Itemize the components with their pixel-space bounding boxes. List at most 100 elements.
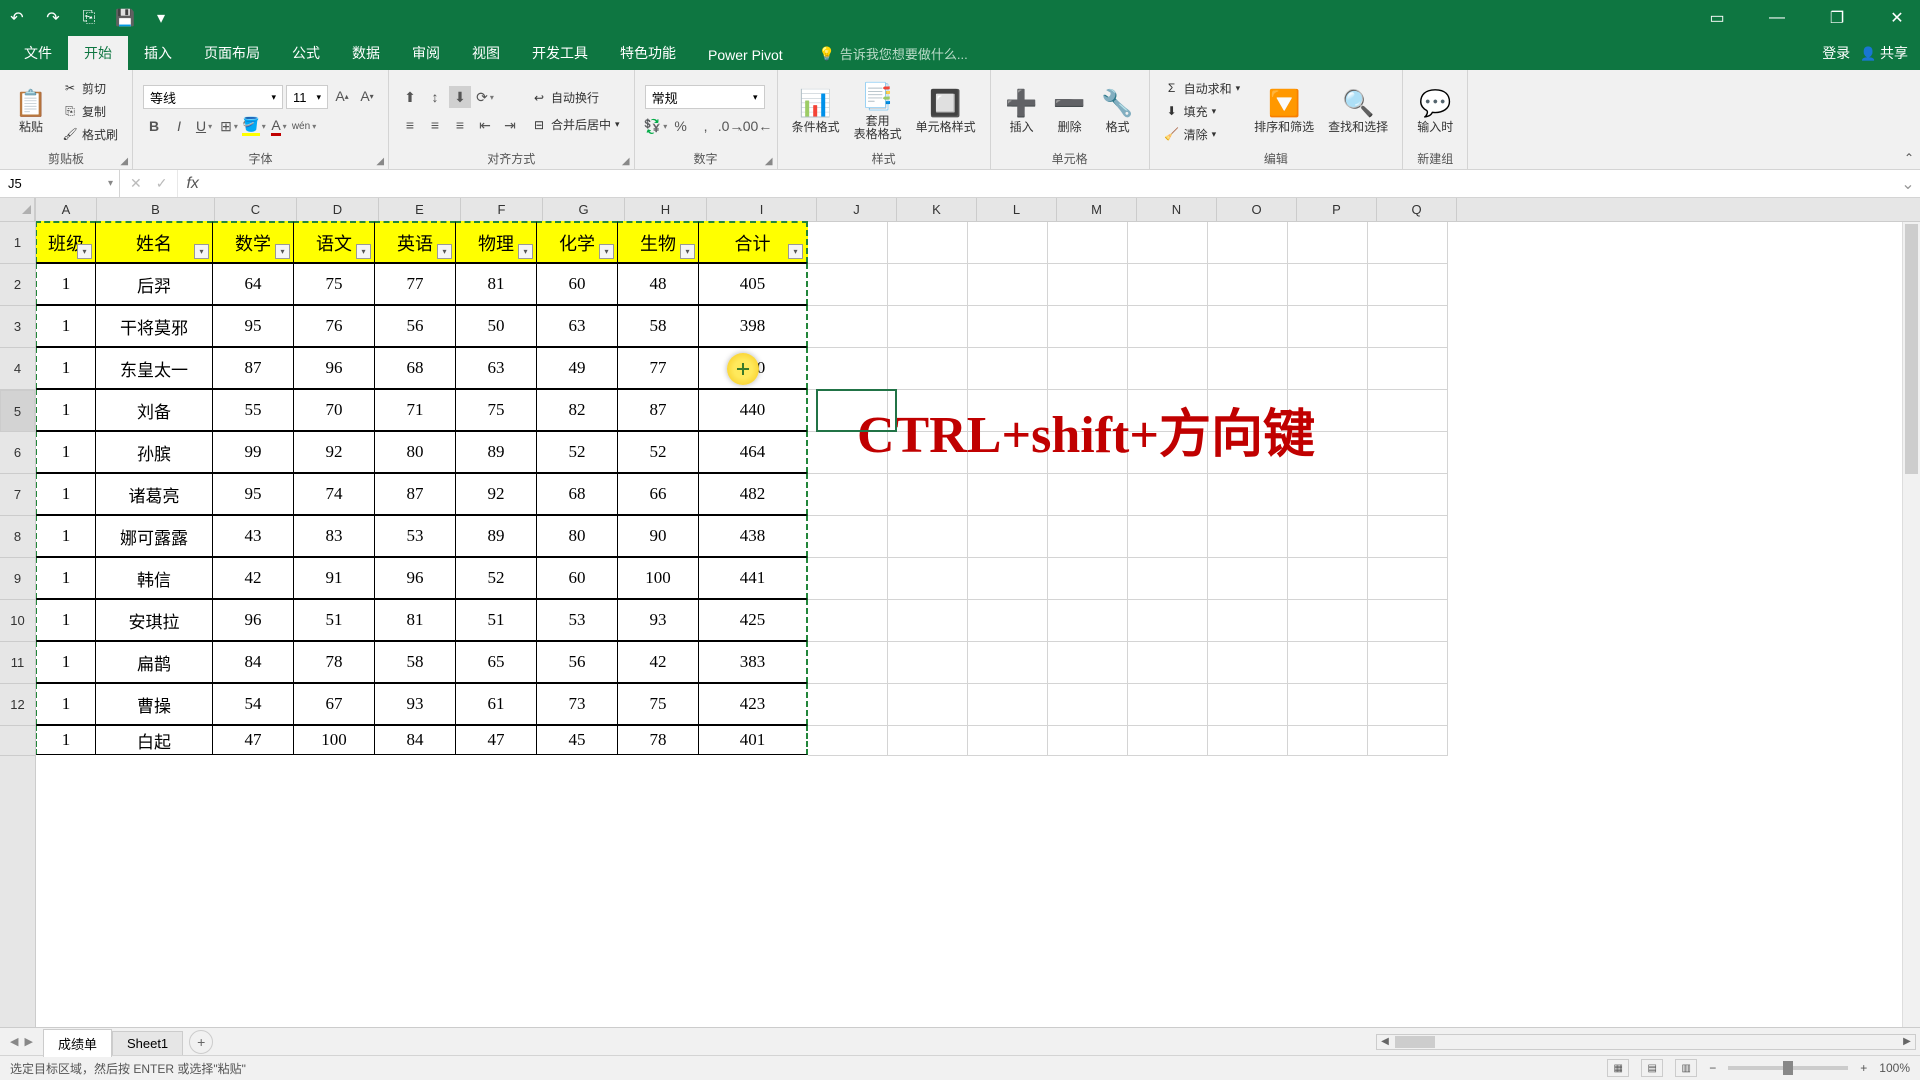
empty-cell[interactable] [1048,516,1128,558]
data-cell[interactable]: 383 [698,641,808,683]
empty-cell[interactable] [1208,306,1288,348]
empty-cell[interactable] [968,684,1048,726]
data-cell[interactable]: 89 [455,515,537,557]
empty-cell[interactable] [1368,516,1448,558]
empty-cell[interactable] [1288,390,1368,432]
fill-color-button[interactable]: 🪣 [243,115,265,137]
data-cell[interactable]: 84 [212,641,294,683]
data-cell[interactable]: 70 [293,389,375,431]
data-cell[interactable]: 87 [374,473,456,515]
data-cell[interactable]: 47 [455,725,537,755]
align-top-button[interactable]: ⬆ [399,86,421,108]
clear-button[interactable]: 🧹清除 ▾ [1160,124,1245,145]
empty-cell[interactable] [1128,264,1208,306]
bold-button[interactable]: B [143,115,165,137]
empty-cell[interactable] [808,306,888,348]
empty-cell[interactable] [968,642,1048,684]
data-cell[interactable]: 441 [698,557,808,599]
data-cell[interactable]: 77 [374,263,456,305]
data-cell[interactable]: 53 [536,599,618,641]
column-header[interactable]: O [1217,198,1297,221]
empty-cell[interactable] [1048,348,1128,390]
border-button[interactable]: ⊞ [218,115,240,137]
filter-button[interactable]: ▾ [356,244,371,259]
input-time-button[interactable]: 💬输入时 [1413,85,1457,136]
tab-developer[interactable]: 开发工具 [516,36,604,70]
empty-cell[interactable] [968,348,1048,390]
underline-button[interactable]: U [193,115,215,137]
empty-cell[interactable] [968,516,1048,558]
empty-cell[interactable] [1288,726,1368,756]
data-cell[interactable]: 1 [36,473,96,515]
empty-cell[interactable] [968,306,1048,348]
empty-cell[interactable] [1288,348,1368,390]
empty-cell[interactable] [808,600,888,642]
row-header[interactable]: 3 [0,306,35,348]
data-cell[interactable]: 81 [374,599,456,641]
data-cell[interactable]: 405 [698,263,808,305]
tab-file[interactable]: 文件 [8,36,68,70]
empty-cell[interactable] [1368,600,1448,642]
enter-entry-button[interactable]: ✓ [156,175,168,192]
column-header[interactable]: C [215,198,297,221]
empty-cell[interactable] [1208,684,1288,726]
tab-pagelayout[interactable]: 页面布局 [188,36,276,70]
column-header[interactable]: K [897,198,977,221]
data-cell[interactable]: 438 [698,515,808,557]
row-header[interactable]: 1 [0,222,35,264]
empty-cell[interactable] [1048,726,1128,756]
data-cell[interactable]: 75 [455,389,537,431]
filter-button[interactable]: ▾ [680,244,695,259]
data-cell[interactable]: 75 [293,263,375,305]
filter-button[interactable]: ▾ [518,244,533,259]
save-button[interactable]: 💾 [116,9,134,27]
empty-cell[interactable] [968,558,1048,600]
data-cell[interactable]: 诸葛亮 [95,473,213,515]
sheet-nav-last-button[interactable]: ▶ [24,1035,32,1048]
data-cell[interactable]: 83 [293,515,375,557]
empty-cell[interactable] [1048,684,1128,726]
empty-cell[interactable] [968,474,1048,516]
empty-cell[interactable] [808,432,888,474]
data-cell[interactable]: 52 [617,431,699,473]
delete-cells-button[interactable]: ➖删除 [1049,85,1091,136]
italic-button[interactable]: I [168,115,190,137]
empty-cell[interactable] [808,222,888,264]
orientation-button[interactable]: ⟳ [474,86,496,108]
header-cell[interactable]: 物理▾ [455,221,537,263]
header-cell[interactable]: 化学▾ [536,221,618,263]
empty-cell[interactable] [1048,474,1128,516]
horizontal-scrollbar[interactable]: ◀ ▶ [1376,1034,1916,1050]
data-cell[interactable]: 42 [617,641,699,683]
data-cell[interactable]: 78 [293,641,375,683]
row-header[interactable]: 12 [0,684,35,726]
data-cell[interactable]: 52 [455,557,537,599]
data-cell[interactable]: 67 [293,683,375,725]
tell-me-search[interactable]: 💡 告诉我您想要做什么... [819,44,968,70]
align-center-button[interactable]: ≡ [424,114,446,136]
header-cell[interactable]: 生物▾ [617,221,699,263]
empty-cell[interactable] [1288,474,1368,516]
data-cell[interactable]: 92 [455,473,537,515]
empty-cell[interactable] [1288,558,1368,600]
data-cell[interactable]: 92 [293,431,375,473]
empty-cell[interactable] [1128,390,1208,432]
data-cell[interactable]: 65 [455,641,537,683]
data-cell[interactable]: 56 [536,641,618,683]
data-cell[interactable]: 82 [536,389,618,431]
data-cell[interactable]: 80 [536,515,618,557]
font-size-select[interactable]: 11▾ [286,85,328,109]
header-cell[interactable]: 数学▾ [212,221,294,263]
data-cell[interactable]: 后羿 [95,263,213,305]
column-header[interactable]: G [543,198,625,221]
increase-indent-button[interactable]: ⇥ [499,114,521,136]
data-cell[interactable]: 99 [212,431,294,473]
column-header[interactable]: N [1137,198,1217,221]
data-cell[interactable]: 1 [36,431,96,473]
restore-button[interactable]: ❐ [1822,3,1852,33]
empty-cell[interactable] [1128,516,1208,558]
empty-cell[interactable] [1208,516,1288,558]
font-name-select[interactable]: 等线▾ [143,85,283,109]
collapse-ribbon-button[interactable]: ⌃ [1904,151,1914,165]
column-header[interactable]: B [97,198,215,221]
